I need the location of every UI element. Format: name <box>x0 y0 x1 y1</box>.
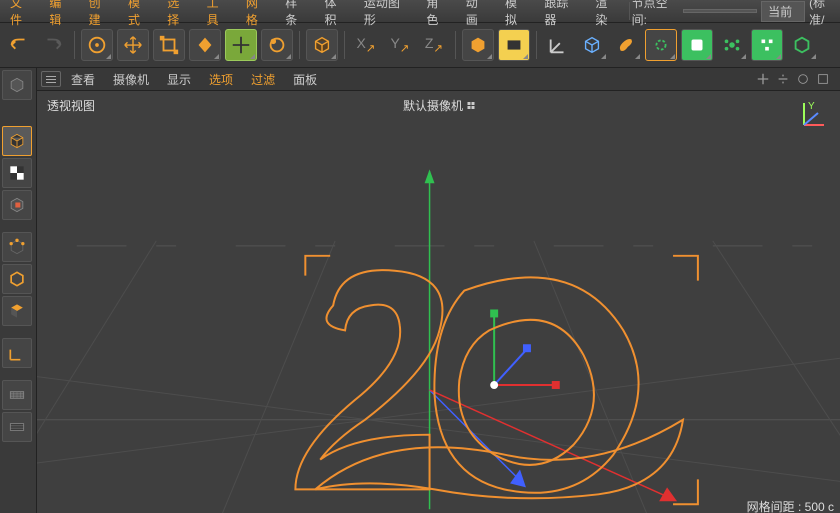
viewport-solo-button[interactable] <box>2 380 32 410</box>
viewport-canvas[interactable]: 透视视图 默认摄像机 <box>37 91 840 513</box>
menu-simulate[interactable]: 模拟 <box>497 0 536 30</box>
tag-button[interactable] <box>787 30 817 60</box>
menu-select[interactable]: 选择 <box>159 0 198 30</box>
transform-gizmo[interactable] <box>490 309 560 389</box>
rotate-button[interactable] <box>189 29 221 61</box>
menu-volume[interactable]: 体积 <box>317 0 356 30</box>
paint-button[interactable] <box>611 30 641 60</box>
viewmenu-panel[interactable]: 面板 <box>285 69 325 90</box>
grid-spacing-label: 网格间距 : 500 c <box>747 498 834 513</box>
menu-mode[interactable]: 模式 <box>120 0 159 30</box>
nodespace-label: 节点空间: <box>632 0 679 28</box>
nodespace-field[interactable] <box>683 9 757 13</box>
undo-button[interactable] <box>4 30 34 60</box>
nav-orbit-icon[interactable] <box>796 72 810 86</box>
menu-mesh[interactable]: 网格 <box>238 0 277 30</box>
viewmenu-display[interactable]: 显示 <box>159 69 199 90</box>
recent-tool-button[interactable] <box>225 29 257 61</box>
menu-tools[interactable]: 工具 <box>199 0 238 30</box>
menu-create[interactable]: 创建 <box>81 0 120 30</box>
viewport-menubar: 查看 摄像机 显示 选项 过滤 面板 <box>37 68 840 91</box>
point-mode-button[interactable] <box>2 232 32 262</box>
cube-obj-button[interactable] <box>462 29 494 61</box>
scene-svg <box>37 91 840 513</box>
current-button[interactable]: 当前 <box>761 1 805 22</box>
edge-mode-button[interactable] <box>2 264 32 294</box>
menu-tracker[interactable]: 跟踪器 <box>536 0 587 30</box>
live-select-button[interactable] <box>81 29 113 61</box>
viewmenu-view[interactable]: 查看 <box>63 69 103 90</box>
plane-obj-button[interactable] <box>498 29 530 61</box>
cloner-button[interactable] <box>717 30 747 60</box>
snap-button[interactable] <box>2 412 32 442</box>
picture-viewer-button[interactable] <box>681 29 713 61</box>
nav-pan-icon[interactable] <box>756 72 770 86</box>
object-mode-button[interactable] <box>2 126 32 156</box>
x-axis-button[interactable]: X↗ <box>351 30 381 60</box>
viewport-hamburger-icon[interactable] <box>41 71 61 87</box>
svg-text:Y: Y <box>808 101 815 112</box>
viewmenu-options[interactable]: 选项 <box>201 69 241 90</box>
place-tool-button[interactable] <box>261 29 293 61</box>
texture-mode-button[interactable] <box>2 158 32 188</box>
menu-mograph[interactable]: 运动图形 <box>356 0 419 30</box>
left-toolbar <box>0 68 37 513</box>
main-menubar: 文件 编辑 创建 模式 选择 工具 网格 样条 体积 运动图形 角色 动画 模拟… <box>0 0 840 23</box>
nav-zoom-icon[interactable] <box>776 72 790 86</box>
menu-separator <box>629 2 630 20</box>
viewmenu-filter[interactable]: 过滤 <box>243 69 283 90</box>
model-mode-button[interactable] <box>2 70 32 100</box>
mini-axis-icon: Y <box>800 99 830 129</box>
viewmenu-camera[interactable]: 摄像机 <box>105 69 157 90</box>
effector-button[interactable] <box>751 29 783 61</box>
bounding-box-button[interactable] <box>577 30 607 60</box>
nav-maximize-icon[interactable] <box>816 72 830 86</box>
layout-label: (标准/ <box>809 0 838 28</box>
menu-render[interactable]: 渲染 <box>587 0 626 30</box>
scale-button[interactable] <box>153 29 185 61</box>
move-button[interactable] <box>117 29 149 61</box>
redo-button[interactable] <box>38 30 68 60</box>
render-view-button[interactable] <box>645 29 677 61</box>
y-axis-button[interactable]: Y↗ <box>385 30 415 60</box>
menu-character[interactable]: 角色 <box>418 0 457 30</box>
menu-spline[interactable]: 样条 <box>277 0 316 30</box>
cube-primitive-button[interactable] <box>306 29 338 61</box>
enable-axis-button[interactable] <box>2 338 32 368</box>
coord-system-button[interactable] <box>543 30 573 60</box>
menu-animation[interactable]: 动画 <box>458 0 497 30</box>
viewport-panel: 查看 摄像机 显示 选项 过滤 面板 透视视图 默认摄像机 <box>37 68 840 513</box>
menu-edit[interactable]: 编辑 <box>41 0 80 30</box>
menu-file[interactable]: 文件 <box>2 0 41 30</box>
main-toolbar: X↗ Y↗ Z↗ <box>0 23 840 68</box>
z-axis-button[interactable]: Z↗ <box>419 30 449 60</box>
poly-mode-button[interactable] <box>2 296 32 326</box>
workplane-mode-button[interactable] <box>2 190 32 220</box>
